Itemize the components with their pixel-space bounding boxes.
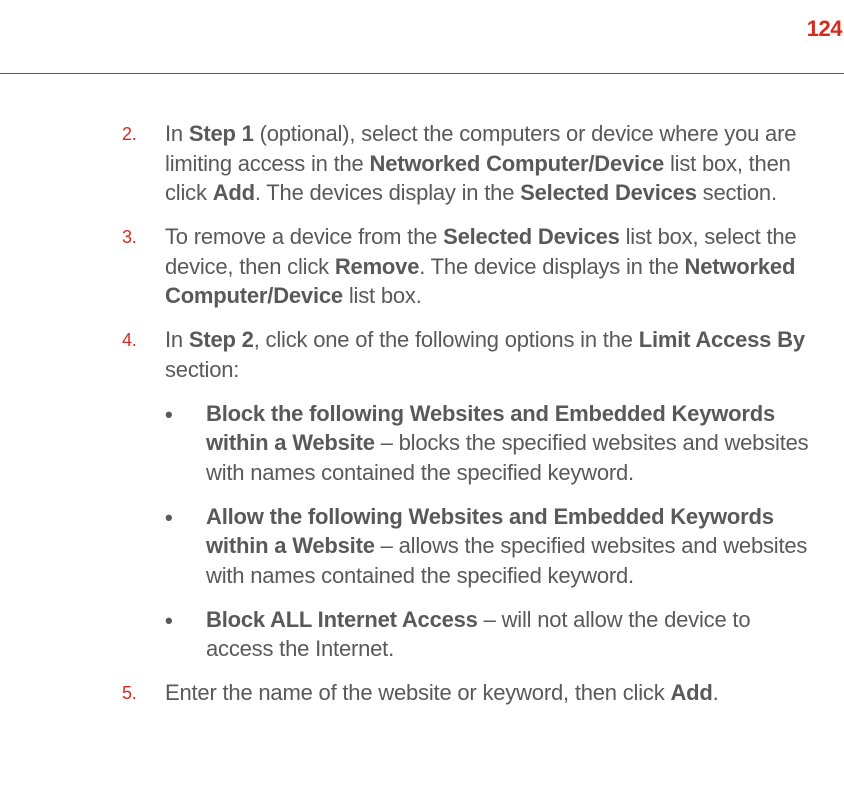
header: 124 (0, 0, 844, 75)
header-divider (0, 73, 844, 74)
text-run: . (713, 680, 719, 705)
bold-text: Add (670, 680, 712, 705)
step-number: 2. (122, 122, 137, 146)
step-number: 3. (122, 225, 137, 249)
text-run: , click one of the following options in … (254, 327, 639, 352)
step-2: 2. In Step 1 (optional), select the comp… (122, 119, 816, 208)
bullet-mark: • (165, 606, 173, 636)
step-3: 3. To remove a device from the Selected … (122, 222, 816, 311)
text-run: . The device displays in the (419, 254, 684, 279)
bullet-block-websites: • Block the following Websites and Embed… (165, 399, 816, 488)
step-number: 5. (122, 681, 137, 705)
bold-text: Step 1 (189, 121, 254, 146)
text-run: To remove a device from the (165, 224, 443, 249)
page-number: 124 (807, 16, 842, 42)
content-body: 2. In Step 1 (optional), select the comp… (0, 75, 844, 708)
step-5: 5. Enter the name of the website or keyw… (122, 678, 816, 708)
bold-text: Block ALL Internet Access (206, 607, 478, 632)
bold-text: Add (213, 180, 255, 205)
bold-text: Step 2 (189, 327, 254, 352)
text-run: section. (697, 180, 777, 205)
text-run: . The devices display in the (255, 180, 520, 205)
bullet-block-all: • Block ALL Internet Access – will not a… (165, 605, 816, 664)
text-run: In (165, 327, 189, 352)
bold-text: Limit Access By (639, 327, 805, 352)
bold-text: Networked Computer/Device (370, 151, 665, 176)
bold-text: Remove (335, 254, 419, 279)
step-4: 4. In Step 2, click one of the following… (122, 325, 816, 384)
text-run: list box. (343, 283, 422, 308)
bold-text: Selected Devices (443, 224, 620, 249)
bold-text: Selected Devices (520, 180, 697, 205)
bullet-mark: • (165, 400, 173, 430)
text-run: Enter the name of the website or keyword… (165, 680, 670, 705)
step-number: 4. (122, 328, 137, 352)
bullet-mark: • (165, 503, 173, 533)
text-run: section: (165, 357, 239, 382)
bullet-allow-websites: • Allow the following Websites and Embed… (165, 502, 816, 591)
text-run: In (165, 121, 189, 146)
